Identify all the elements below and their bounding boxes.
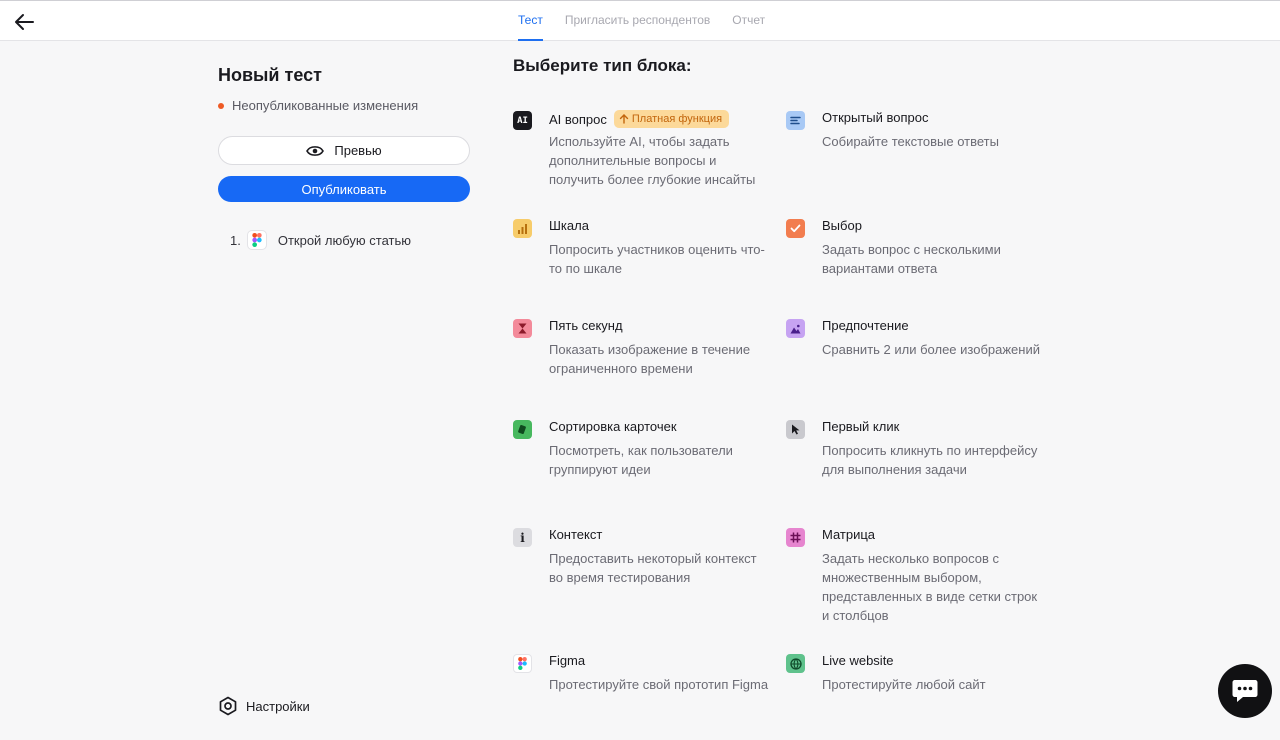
block-title: Figma — [549, 653, 586, 668]
block-live-website[interactable]: Live website Протестируйте любой сайт — [786, 653, 1046, 713]
preview-label: Превью — [334, 143, 382, 158]
back-button[interactable] — [10, 9, 38, 35]
step-label: Открой любую статью — [277, 232, 412, 248]
block-description: Протестируйте любой сайт — [822, 677, 986, 692]
top-bar: Тест Пригласить респондентов Отчет — [0, 0, 1280, 41]
eye-icon — [306, 145, 325, 156]
globe-icon — [786, 654, 805, 673]
block-description: Попросить кликнуть по интерфейсу для вып… — [822, 443, 1038, 477]
image-icon — [786, 319, 805, 338]
block-title: Пять секунд — [549, 318, 623, 333]
block-title: Матрица — [822, 527, 876, 542]
paid-badge-label: Платная функция — [631, 113, 723, 125]
block-figma[interactable]: Figma Протестируйте свой прототип Figma — [513, 653, 773, 713]
settings-hexagon-icon — [219, 696, 237, 716]
block-description: Попросить участников оценить что-то по ш… — [549, 242, 765, 276]
block-description: Посмотреть, как пользователи группируют … — [549, 443, 733, 477]
block-first-click[interactable]: Первый клик Попросить кликнуть по интерф… — [786, 419, 1046, 499]
chat-support-button[interactable] — [1218, 664, 1272, 718]
hourglass-icon — [513, 319, 532, 338]
settings-label: Настройки — [246, 698, 310, 714]
block-title: AI вопрос — [549, 111, 607, 127]
status-dot — [218, 102, 224, 109]
chat-bubble-icon — [1232, 680, 1258, 702]
block-description: Собирайте текстовые ответы — [822, 134, 999, 149]
block-title: Сортировка карточек — [549, 419, 677, 434]
block-description: Задать несколько вопросов с множественны… — [822, 551, 1038, 623]
checkbox-icon — [786, 219, 805, 238]
block-title: Шкала — [549, 218, 589, 233]
bar-chart-icon — [513, 219, 532, 238]
status-text: Неопубликованные изменения — [232, 98, 419, 113]
ai-icon: AI — [513, 111, 532, 130]
block-title: Открытый вопрос — [822, 110, 929, 125]
arrow-up-icon — [619, 114, 629, 124]
block-description: Задать вопрос с несколькими вариантами о… — [822, 242, 1001, 276]
cards-icon — [513, 420, 532, 439]
tab-invite-respondents[interactable]: Пригласить респондентов — [565, 1, 710, 41]
block-ai-question[interactable]: AI AI вопрос Платная функция Используйте… — [513, 110, 773, 190]
block-context[interactable]: i Контекст Предоставить некоторый контек… — [513, 527, 773, 587]
unpublished-status: Неопубликованные изменения — [218, 98, 418, 113]
block-five-seconds[interactable]: Пять секунд Показать изображение в течен… — [513, 318, 773, 378]
paid-badge: Платная функция — [613, 110, 730, 128]
block-scale[interactable]: Шкала Попросить участников оценить что-т… — [513, 218, 773, 278]
block-title: Первый клик — [822, 419, 900, 434]
tab-bar: Тест Пригласить респондентов Отчет — [518, 1, 787, 41]
tab-report[interactable]: Отчет — [732, 1, 765, 41]
test-title: Новый тест — [218, 65, 322, 85]
block-description: Предоставить некоторый контекст во время… — [549, 551, 757, 585]
block-description: Используйте AI, чтобы задать дополнитель… — [549, 134, 756, 187]
block-title: Контекст — [549, 527, 603, 542]
page-title: Выберите тип блока: — [513, 56, 692, 75]
arrow-left-icon — [15, 14, 34, 30]
publish-button[interactable]: Опубликовать — [218, 176, 470, 202]
cursor-icon — [786, 420, 805, 439]
block-card-sorting[interactable]: Сортировка карточек Посмотреть, как поль… — [513, 419, 773, 479]
block-title: Предпочтение — [822, 318, 909, 333]
block-title: Live website — [822, 653, 894, 668]
block-matrix[interactable]: Матрица Задать несколько вопросов с множ… — [786, 527, 1046, 627]
tab-test[interactable]: Тест — [518, 1, 543, 41]
text-lines-icon — [786, 111, 805, 130]
block-choice[interactable]: Выбор Задать вопрос с несколькими вариан… — [786, 218, 1046, 278]
block-description: Показать изображение в течение ограничен… — [549, 342, 751, 376]
step-item[interactable]: 1. Открой любую статью — [230, 230, 411, 250]
preview-button[interactable]: Превью — [218, 136, 470, 165]
block-description: Сравнить 2 или более изображений — [822, 342, 1040, 357]
block-open-question[interactable]: Открытый вопрос Собирайте текстовые отве… — [786, 110, 1046, 170]
figma-icon — [246, 230, 267, 250]
settings-button[interactable]: Настройки — [218, 696, 310, 716]
sidebar: Новый тест Неопубликованные изменения Пр… — [218, 40, 470, 740]
block-preference[interactable]: Предпочтение Сравнить 2 или более изобра… — [786, 318, 1046, 378]
hash-icon — [786, 528, 805, 547]
block-description: Протестируйте свой прототип Figma — [549, 677, 769, 692]
info-icon: i — [513, 528, 532, 547]
step-number: 1. — [230, 232, 241, 248]
figma-icon — [513, 654, 532, 673]
block-title: Выбор — [822, 218, 862, 233]
